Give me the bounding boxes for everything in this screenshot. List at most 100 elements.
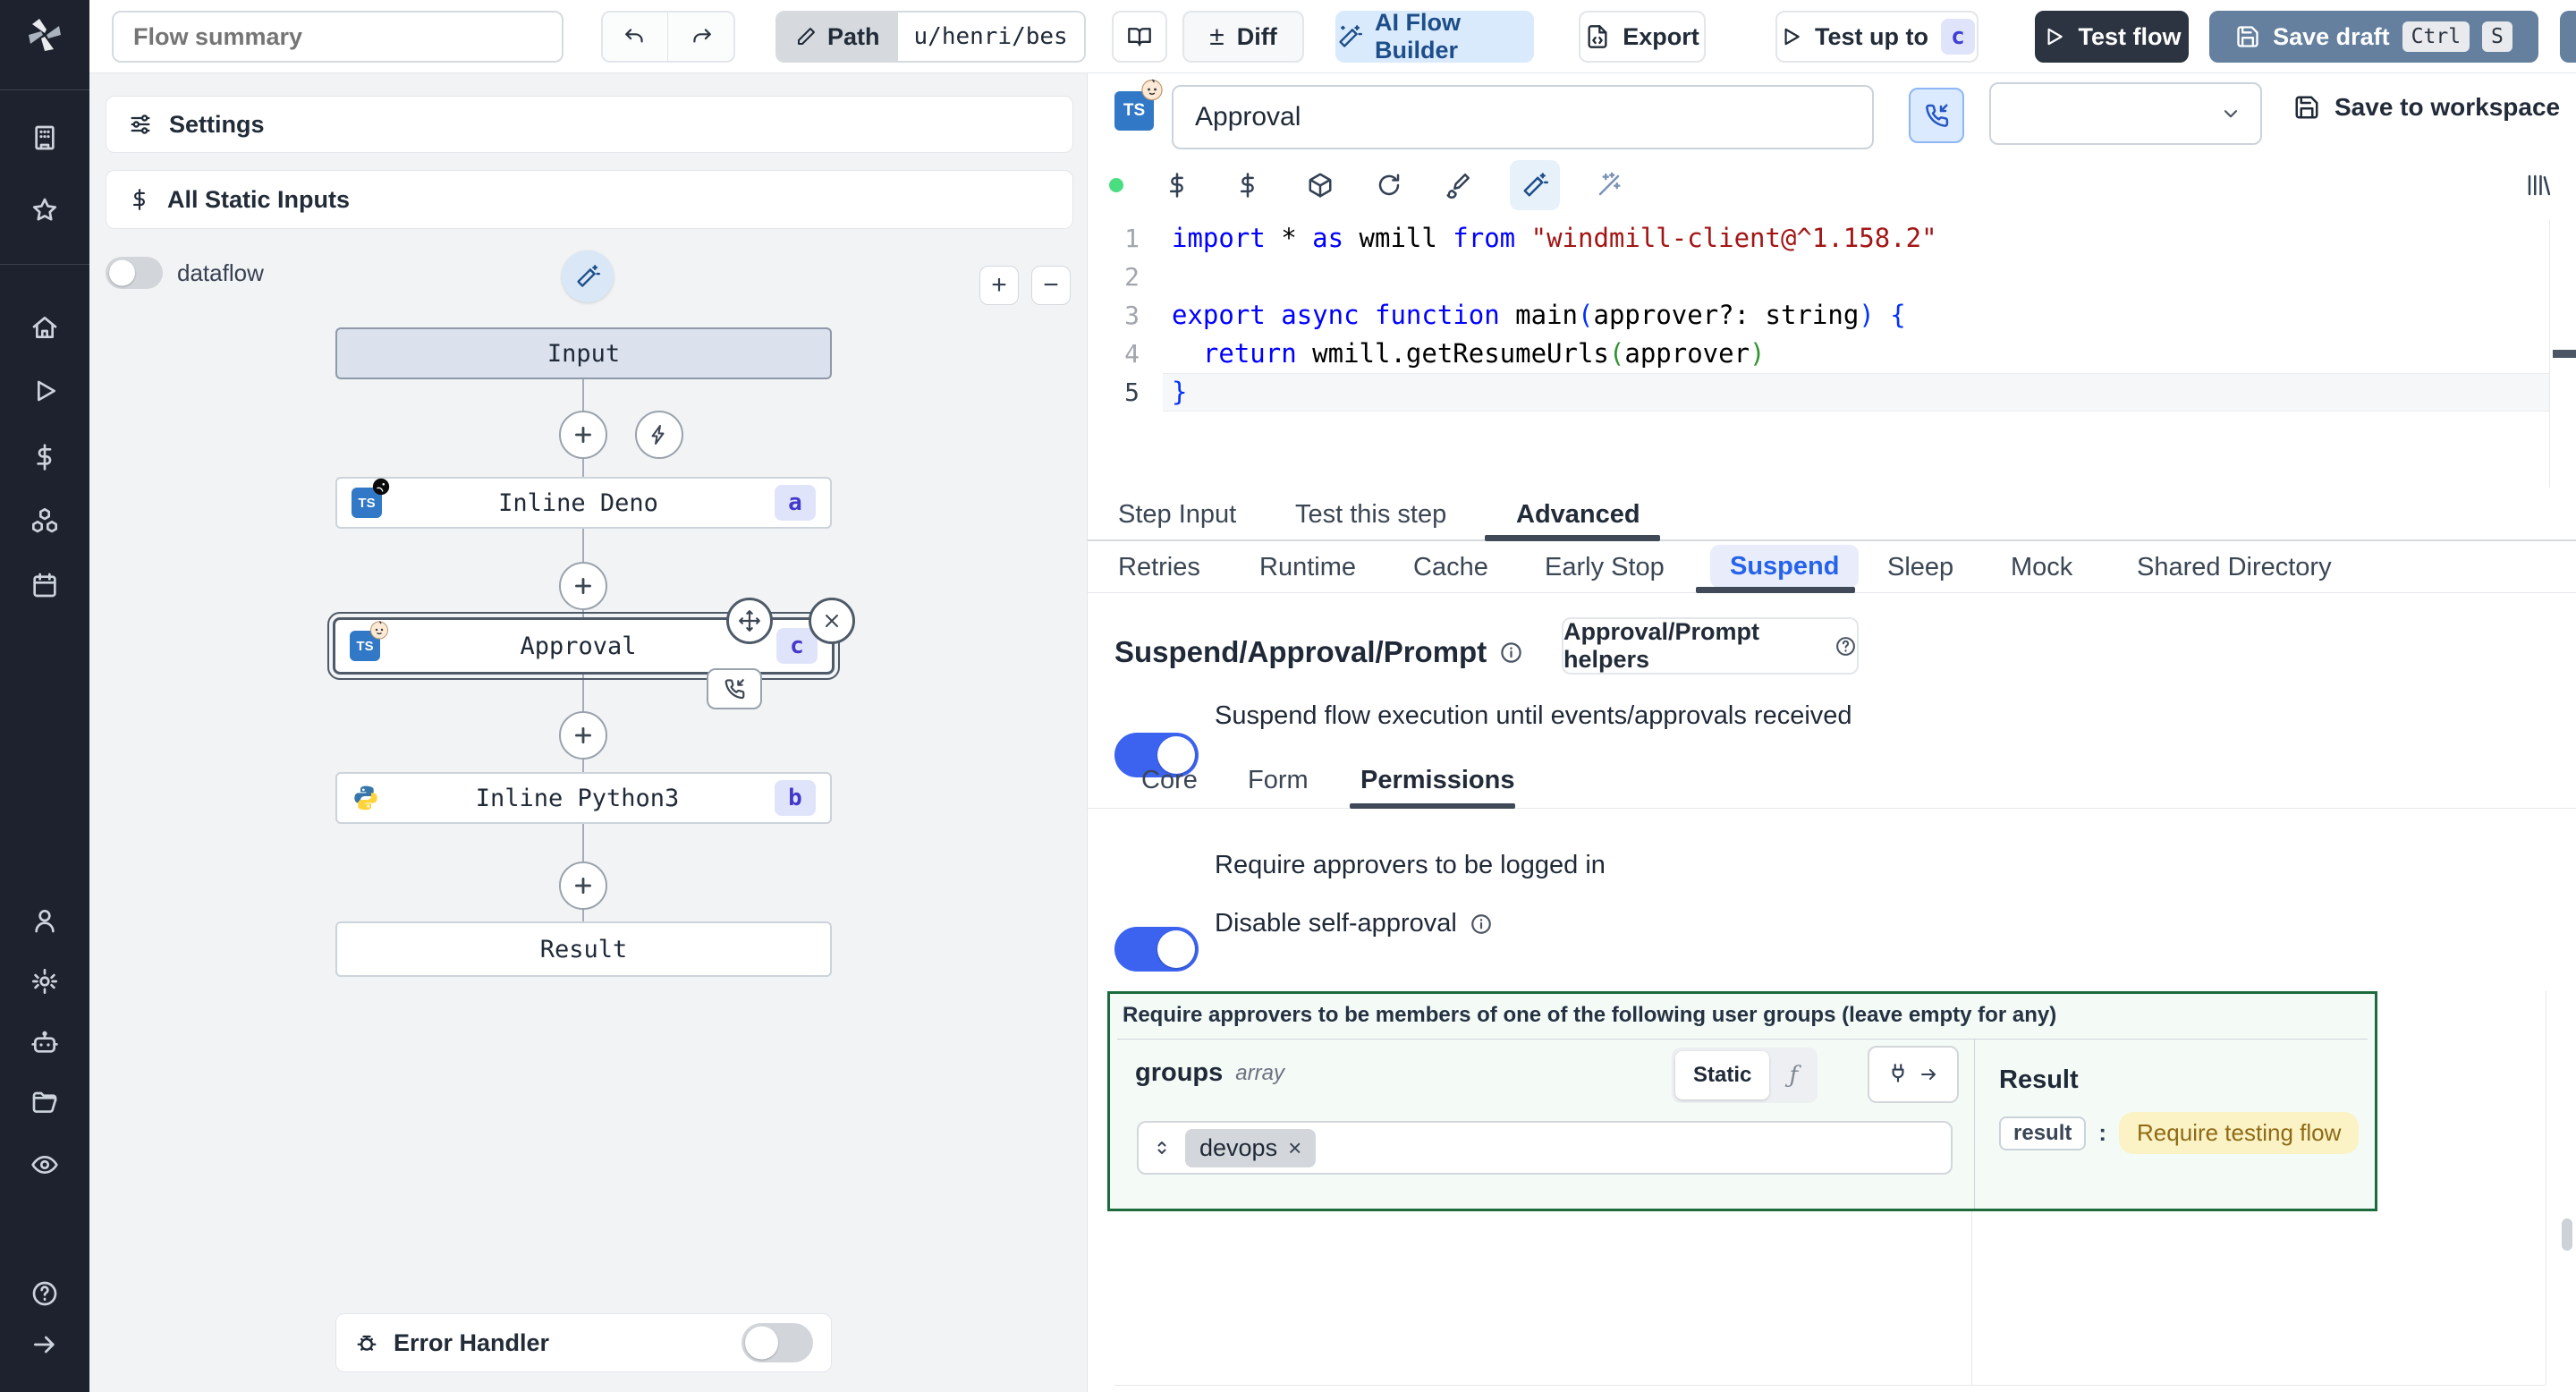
flow-node-input[interactable]: Input — [335, 327, 832, 379]
trigger-lightning-button[interactable] — [635, 411, 683, 459]
undo-button[interactable] — [603, 13, 669, 61]
package-icon[interactable] — [1302, 167, 1338, 203]
connect-input-button[interactable] — [1868, 1046, 1959, 1103]
save-floppy-icon — [2235, 24, 2260, 49]
tab-test-this-step[interactable]: Test this step — [1295, 500, 1446, 530]
tab-form[interactable]: Form — [1248, 766, 1309, 795]
resources-cubes-icon[interactable] — [24, 500, 65, 541]
tab-runtime[interactable]: Runtime — [1259, 553, 1356, 582]
panel-scrollbar-thumb[interactable] — [2562, 1218, 2572, 1251]
tab-cache[interactable]: Cache — [1413, 553, 1488, 582]
zoom-in-button[interactable]: + — [979, 266, 1019, 305]
home-icon[interactable] — [24, 307, 65, 348]
format-brush-icon[interactable] — [1440, 167, 1476, 203]
tab-sleep[interactable]: Sleep — [1887, 553, 1953, 582]
static-mode-button[interactable]: Static — [1675, 1051, 1770, 1099]
workers-robot-icon[interactable] — [24, 1023, 65, 1064]
add-step-button[interactable] — [559, 411, 607, 459]
top-toolbar: Path u/henri/bes ± Diff AI Flow Builder … — [89, 0, 2576, 73]
python-icon — [352, 784, 380, 812]
runs-play-icon[interactable] — [24, 370, 65, 412]
clipped-toolbar-button[interactable] — [2560, 11, 2576, 63]
add-step-button[interactable] — [559, 711, 607, 760]
docs-book-button[interactable] — [1112, 11, 1167, 63]
active-tab-underline — [1350, 803, 1515, 809]
ai-wand-button[interactable] — [562, 250, 614, 302]
step-badge: b — [775, 780, 816, 816]
path-control[interactable]: Path u/henri/bes — [775, 11, 1086, 63]
tab-step-input[interactable]: Step Input — [1118, 500, 1236, 530]
javascript-mode-button[interactable]: ƒ — [1773, 1051, 1814, 1099]
save-to-workspace-button[interactable]: Save to workspace — [2293, 93, 2560, 122]
suspend-phone-button[interactable] — [1909, 88, 1964, 143]
save-draft-button[interactable]: Save draft Ctrl S — [2209, 11, 2538, 63]
delete-step-button[interactable] — [809, 598, 855, 644]
export-button[interactable]: Export — [1579, 11, 1706, 63]
approval-prompt-helpers-button[interactable]: Approval/Prompt helpers — [1562, 617, 1859, 675]
redo-button[interactable] — [668, 13, 733, 61]
tab-advanced[interactable]: Advanced — [1516, 500, 1640, 530]
users-icon[interactable] — [24, 900, 65, 941]
error-handler-toggle[interactable] — [741, 1323, 813, 1362]
flow-summary-input[interactable] — [112, 11, 564, 63]
test-up-to-button[interactable]: Test up to c — [1775, 11, 1979, 63]
flow-node-result[interactable]: Result — [335, 921, 832, 977]
move-step-handle[interactable] — [726, 598, 773, 644]
sparkles-wand-icon[interactable] — [1591, 167, 1627, 203]
template-select[interactable] — [1989, 82, 2262, 145]
favorites-star-icon[interactable] — [24, 190, 65, 231]
windmill-logo-icon[interactable] — [24, 14, 65, 55]
divider — [2549, 219, 2550, 488]
flow-node-deno[interactable]: TS Inline Deno a — [335, 477, 832, 529]
help-icon[interactable] — [24, 1273, 65, 1314]
plug-icon — [1892, 1064, 1904, 1082]
all-static-inputs-button[interactable]: All Static Inputs — [106, 170, 1073, 229]
code-gutter: 12345 — [1124, 224, 1140, 407]
chip-remove-icon[interactable]: × — [1288, 1134, 1301, 1162]
library-icon[interactable] — [2521, 167, 2556, 203]
tab-suspend[interactable]: Suspend — [1710, 545, 1860, 588]
diff-button[interactable]: ± Diff — [1182, 11, 1304, 63]
info-icon[interactable] — [1470, 912, 1493, 936]
flow-node-python[interactable]: Inline Python3 b — [335, 772, 832, 824]
flow-settings-button[interactable]: Settings — [106, 96, 1073, 153]
groups-multiselect-input[interactable]: devops × — [1137, 1121, 1953, 1175]
workspace-building-icon[interactable] — [24, 117, 65, 158]
test-flow-button[interactable]: Test flow — [2035, 11, 2189, 63]
folders-icon[interactable] — [24, 1083, 65, 1125]
group-chip[interactable]: devops × — [1185, 1128, 1317, 1167]
require-login-toggle[interactable] — [1114, 927, 1199, 972]
schedules-calendar-icon[interactable] — [24, 564, 65, 606]
tab-permissions[interactable]: Permissions — [1360, 766, 1514, 795]
tab-early-stop[interactable]: Early Stop — [1545, 553, 1665, 582]
add-step-button[interactable] — [559, 862, 607, 910]
zoom-out-button[interactable]: − — [1031, 266, 1071, 305]
tab-retries[interactable]: Retries — [1118, 553, 1200, 582]
groups-box-header: Require approvers to be members of one o… — [1123, 1003, 2057, 1027]
code-editor[interactable]: 12345 import * as wmill from "windmill-c… — [1088, 219, 2576, 488]
add-step-button[interactable] — [559, 562, 607, 610]
reload-icon[interactable] — [1371, 167, 1407, 203]
arrow-right-icon — [1921, 1069, 1936, 1080]
tab-shared-directory[interactable]: Shared Directory — [2137, 553, 2332, 582]
variables-dollar-icon[interactable] — [1159, 167, 1195, 203]
field-type: array — [1235, 1060, 1284, 1085]
settings-gear-icon[interactable] — [24, 961, 65, 1002]
audit-eye-icon[interactable] — [24, 1144, 65, 1185]
tab-mock[interactable]: Mock — [2011, 553, 2072, 582]
dataflow-toggle[interactable] — [106, 257, 163, 289]
ai-flow-builder-button[interactable]: AI Flow Builder — [1335, 9, 1534, 64]
error-handler-bar[interactable]: Error Handler — [335, 1313, 832, 1372]
code-lines: import * as wmill from "windmill-client@… — [1172, 223, 1937, 407]
resources-dollar-icon[interactable] — [1230, 167, 1266, 203]
tab-core[interactable]: Core — [1141, 766, 1198, 795]
info-icon[interactable] — [1499, 641, 1523, 665]
ai-wand-button[interactable] — [1510, 160, 1560, 210]
wand-sparkles-icon — [1337, 24, 1362, 49]
collapse-arrow-icon[interactable] — [24, 1324, 65, 1365]
step-title-input[interactable] — [1172, 85, 1874, 149]
editor-scrollbar-thumb[interactable] — [2553, 350, 2576, 358]
updown-chevrons-icon — [1157, 1142, 1166, 1154]
result-title: Result — [1999, 1065, 2079, 1094]
variables-dollar-icon[interactable] — [24, 437, 65, 478]
